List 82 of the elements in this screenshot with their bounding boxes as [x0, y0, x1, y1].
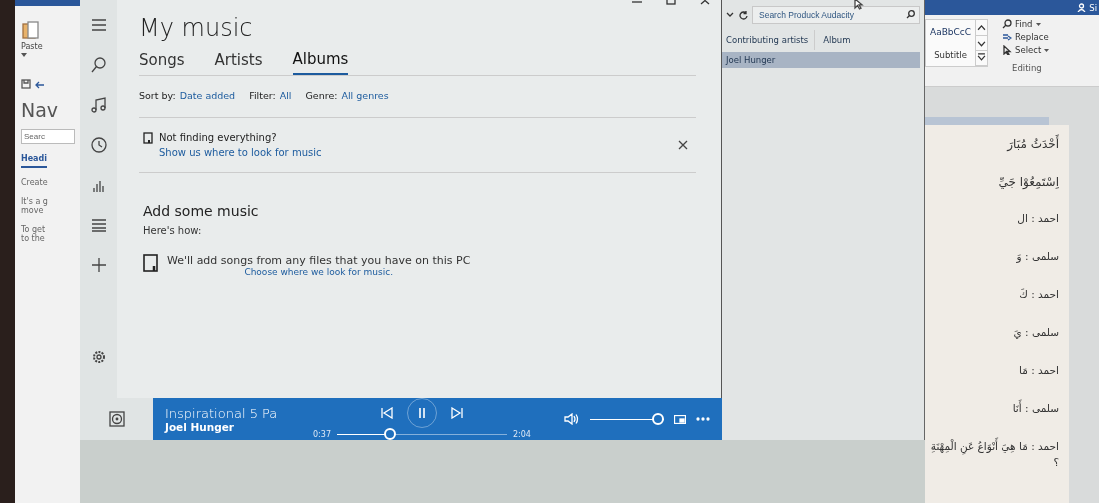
filter-label: Sort by: — [139, 90, 176, 101]
file-row[interactable]: Joel Hunger — [722, 52, 920, 68]
filter-link[interactable]: Date added — [179, 90, 236, 101]
music-note-icon[interactable] — [89, 96, 108, 114]
notice-link[interactable]: Show us where to look for music — [159, 147, 322, 158]
search-field[interactable]: Search Produck Audacity — [752, 6, 920, 24]
track-artist: Joel Hunger — [165, 420, 236, 433]
view-tab[interactable]: Artists — [214, 50, 263, 75]
group-label: Editing — [1012, 63, 1043, 73]
album-icon[interactable] — [108, 411, 125, 427]
notice-title: Not finding everything? — [159, 132, 278, 143]
settings-icon[interactable] — [91, 350, 106, 364]
filter-link[interactable]: All genres — [341, 90, 389, 101]
document-line: سلمى : وَ — [1016, 249, 1059, 265]
refresh-icon[interactable] — [738, 10, 748, 20]
document-line: سلمى : أَنَا — [1012, 401, 1059, 439]
replace-icon — [1002, 32, 1013, 42]
filter-label: Genre: — [305, 90, 338, 101]
track-title: Inspirational 5 Pa — [165, 405, 279, 421]
person-icon[interactable] — [1077, 3, 1087, 12]
pane-text: move — [21, 206, 44, 215]
search-icon[interactable] — [89, 56, 108, 74]
search-icon[interactable] — [906, 10, 915, 19]
folder-icon — [143, 132, 153, 144]
more-icon[interactable] — [696, 417, 710, 421]
cursor-icon — [854, 0, 864, 10]
view-tab[interactable]: Albums — [292, 50, 349, 75]
section-intro: Here's how: — [143, 225, 202, 236]
document-line: اِسْتَمِعُوْا جَيِّ — [998, 174, 1059, 191]
pane-text: It's a g — [21, 197, 48, 206]
pause-icon — [416, 407, 427, 419]
expand-gallery-icon[interactable] — [976, 51, 988, 66]
next-icon[interactable] — [450, 407, 463, 419]
device-icon — [143, 254, 159, 272]
duration-time: 2:04 — [512, 429, 531, 439]
account-name[interactable]: Si — [1089, 2, 1097, 13]
filter-link[interactable]: All — [279, 90, 292, 101]
undo-icon[interactable] — [35, 79, 45, 89]
document-line: أَحْدَثُ مُبَارَ — [1007, 135, 1059, 173]
save-icon[interactable] — [21, 79, 31, 89]
volume-thumb[interactable] — [652, 413, 664, 425]
caret-icon[interactable] — [21, 53, 27, 57]
style-name: Subtitle — [934, 49, 967, 60]
view-tab[interactable]: Songs — [139, 50, 185, 75]
previous-icon[interactable] — [380, 407, 393, 419]
column-header[interactable]: Contributing artists — [726, 30, 816, 50]
style-option[interactable]: AaBbCcC Subtitle — [926, 20, 976, 66]
table-cell: Joel Hunger — [726, 55, 776, 65]
pane-text: Create — [21, 178, 48, 187]
filter-label: Filter: — [249, 90, 276, 101]
document-line: احمد : ال — [1017, 211, 1059, 226]
section-heading: Add some music — [143, 203, 259, 219]
ribbon-command[interactable]: Replace — [1002, 32, 1050, 42]
ribbon-command[interactable]: Find — [1002, 19, 1050, 29]
clipboard-icon[interactable] — [21, 20, 39, 40]
search-field[interactable]: Searc — [21, 129, 75, 144]
elapsed-time: 0:37 — [313, 429, 331, 439]
step-text: We'll add songs from any files that you have on this PC — [167, 254, 471, 267]
mini-view-icon[interactable] — [674, 414, 686, 424]
headings-tab[interactable]: Headi — [21, 154, 47, 168]
step-link[interactable]: Choose where we look for music. — [167, 267, 471, 277]
volume-icon[interactable] — [564, 413, 580, 425]
ribbon-command[interactable]: Select — [1002, 45, 1050, 55]
plus-icon[interactable] — [89, 256, 108, 274]
menu-icon[interactable] — [89, 16, 108, 34]
document-line: سلمى : يَ — [1013, 325, 1059, 341]
paste-label[interactable]: Paste — [21, 42, 43, 51]
document-line: احمد : مَا — [1018, 363, 1059, 378]
pane-text: To get — [21, 225, 46, 234]
document-line: احمد : مَا هِيَ أَنْوَاعُ عَنِ الْمِهْنَةِ ؟ — [929, 439, 1059, 477]
pane-text: to the — [21, 234, 45, 243]
chevron-down-icon[interactable] — [726, 12, 734, 18]
search-icon — [1002, 19, 1013, 29]
pointer-icon — [1002, 45, 1013, 55]
page-title: My music — [139, 14, 253, 42]
pane-title: Nav — [21, 99, 59, 121]
column-header[interactable]: Album — [823, 30, 857, 50]
clock-icon[interactable] — [89, 136, 108, 154]
progress-thumb[interactable] — [384, 428, 397, 440]
list-icon[interactable] — [89, 216, 108, 234]
document-line: احمد : كَ — [1019, 287, 1059, 302]
style-preview: AaBbCcC — [930, 26, 972, 37]
